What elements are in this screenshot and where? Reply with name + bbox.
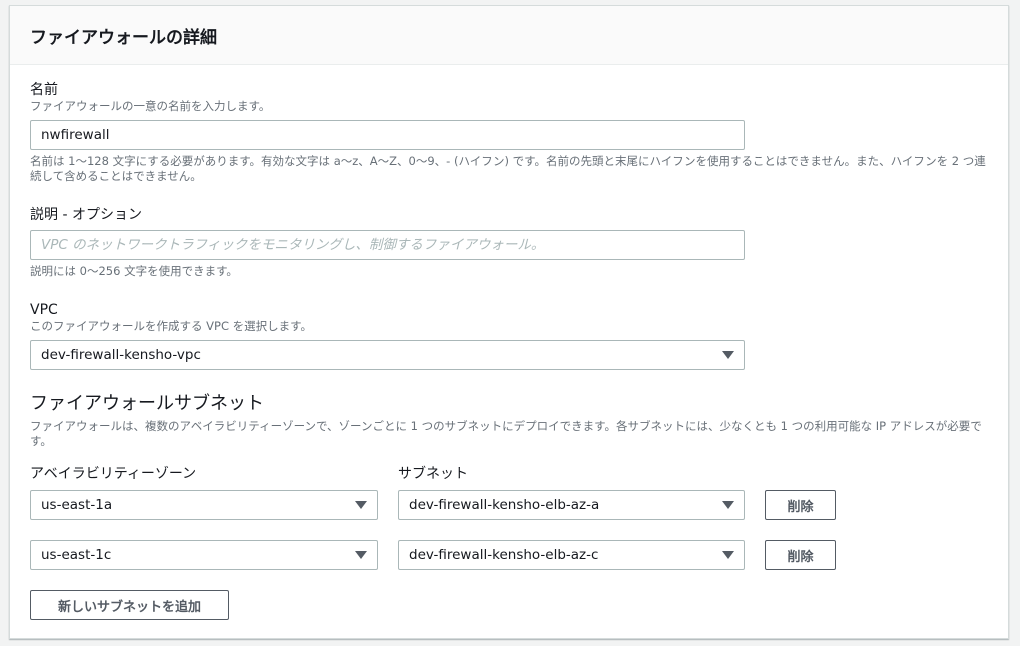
az-select-row-1[interactable]: us-east-1a	[30, 490, 378, 520]
caret-down-icon	[355, 551, 367, 559]
remove-button-row-1[interactable]: 削除	[765, 490, 836, 520]
caret-down-icon	[722, 551, 734, 559]
description-input[interactable]	[30, 230, 745, 260]
subnet-select-row-2[interactable]: dev-firewall-kensho-elb-az-c	[398, 540, 745, 570]
subnet-selected-value: dev-firewall-kensho-elb-az-c	[409, 547, 599, 563]
subnets-description: ファイアウォールは、複数のアベイラビリティーゾーンで、ゾーンごとに 1 つのサブ…	[30, 419, 982, 448]
panel-header: ファイアウォールの詳細	[10, 6, 1008, 65]
vpc-select[interactable]: dev-firewall-kensho-vpc	[30, 340, 745, 370]
az-column-header: アベイラビリティーゾーン	[30, 466, 197, 482]
add-subnet-button[interactable]: 新しいサブネットを追加	[30, 590, 229, 620]
vpc-description: このファイアウォールを作成する VPC を選択します。	[30, 319, 312, 333]
firewall-details-panel: ファイアウォールの詳細 名前 ファイアウォールの一意の名前を入力します。 名前は…	[9, 5, 1009, 639]
vpc-selected-value: dev-firewall-kensho-vpc	[41, 347, 201, 363]
subnet-column-header: サブネット	[398, 466, 468, 482]
panel-title: ファイアウォールの詳細	[30, 27, 217, 48]
subnets-section-title: ファイアウォールサブネット	[30, 393, 264, 414]
name-constraint: 名前は 1〜128 文字にする必要があります。有効な文字は a〜z、A〜Z、0〜…	[30, 154, 986, 183]
az-select-row-2[interactable]: us-east-1c	[30, 540, 378, 570]
description-label: 説明 - オプション	[30, 207, 142, 223]
remove-button-row-2[interactable]: 削除	[765, 540, 836, 570]
caret-down-icon	[722, 351, 734, 359]
vpc-label: VPC	[30, 302, 58, 318]
az-selected-value: us-east-1a	[41, 497, 113, 513]
caret-down-icon	[355, 501, 367, 509]
az-selected-value: us-east-1c	[41, 547, 112, 563]
subnet-select-row-1[interactable]: dev-firewall-kensho-elb-az-a	[398, 490, 745, 520]
subnet-selected-value: dev-firewall-kensho-elb-az-a	[409, 497, 600, 513]
description-constraint: 説明には 0〜256 文字を使用できます。	[30, 264, 238, 278]
name-description: ファイアウォールの一意の名前を入力します。	[30, 99, 271, 113]
caret-down-icon	[722, 501, 734, 509]
name-input[interactable]	[30, 120, 745, 150]
name-label: 名前	[30, 82, 58, 98]
